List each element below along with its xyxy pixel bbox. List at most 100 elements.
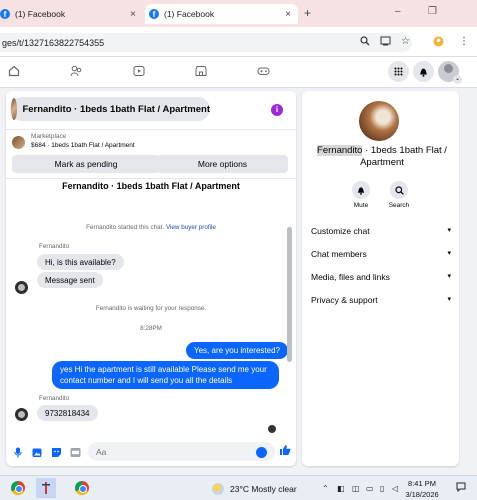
account-avatar[interactable]: ⌄ bbox=[438, 61, 462, 84]
search-label: Search bbox=[388, 202, 410, 209]
clock-time: 8:41 PM bbox=[408, 479, 436, 488]
incoming-message: 9732818434 bbox=[37, 405, 98, 421]
outgoing-message: Yes, are you interested? bbox=[186, 342, 288, 359]
bell-icon bbox=[352, 181, 370, 199]
tray-app-icon[interactable]: ◧ bbox=[337, 484, 345, 493]
zoom-icon[interactable] bbox=[360, 36, 370, 49]
bookmark-star-icon[interactable]: ☆ bbox=[401, 36, 410, 47]
tab-title: (1) Facebook bbox=[15, 9, 66, 19]
more-options-button[interactable]: More options bbox=[157, 155, 288, 173]
marketplace-listing-card: Marketplace $684 · 1beds 1bath Flat / Ap… bbox=[6, 129, 296, 179]
message-input[interactable] bbox=[88, 442, 275, 461]
search-icon bbox=[390, 181, 408, 199]
marketplace-label: Marketplace bbox=[31, 133, 67, 140]
chrome-taskbar-icon[interactable] bbox=[8, 478, 28, 498]
chat-panel: Fernandito · 1beds 1bath Flat / Apartmen… bbox=[6, 91, 296, 466]
microphone-icon[interactable] bbox=[12, 447, 23, 458]
chat-scrollbar[interactable] bbox=[286, 187, 292, 432]
listing-photo bbox=[359, 101, 399, 141]
thread-title: Fernandito · 1beds 1bath Flat / Apartmen… bbox=[62, 181, 240, 191]
view-buyer-profile-link[interactable]: View buyer profile bbox=[166, 224, 216, 231]
outgoing-message: yes Hi the apartment is still available … bbox=[52, 361, 279, 389]
address-bar[interactable]: ges/t/1327163822754355 bbox=[0, 33, 412, 52]
cast-icon[interactable] bbox=[380, 36, 391, 49]
chat-header[interactable]: Fernandito · 1beds 1bath Flat / Apartmen… bbox=[10, 97, 210, 121]
tab-title: (1) Facebook bbox=[164, 9, 215, 19]
facebook-favicon-icon: f bbox=[0, 9, 10, 19]
sender-avatar bbox=[15, 281, 28, 294]
incoming-message: Hi, is this available? bbox=[37, 254, 124, 270]
volume-icon[interactable]: ◁ bbox=[392, 484, 398, 493]
tab-close-icon[interactable]: × bbox=[282, 9, 294, 20]
conversation-name-rest: · 1beds 1bath Flat / Apartment bbox=[360, 145, 447, 168]
friends-icon[interactable] bbox=[69, 65, 83, 79]
marketplace-icon[interactable] bbox=[194, 65, 208, 79]
emoji-icon[interactable] bbox=[256, 447, 267, 458]
search-action[interactable]: Search bbox=[384, 181, 414, 209]
video-icon[interactable] bbox=[132, 65, 146, 79]
weather-icon[interactable] bbox=[212, 483, 224, 495]
chrome-taskbar-icon[interactable] bbox=[72, 478, 92, 498]
listing-thumbnail bbox=[11, 98, 18, 120]
chat-members-section[interactable]: Chat members ▾ bbox=[311, 249, 451, 259]
minimize-icon[interactable]: – bbox=[395, 6, 401, 17]
photo-icon[interactable] bbox=[32, 447, 43, 458]
conversation-name-highlight: Fernandito bbox=[317, 145, 363, 156]
listing-thumbnail bbox=[12, 136, 25, 149]
notifications-bell-icon[interactable] bbox=[413, 61, 434, 82]
media-files-links-section[interactable]: Media, files and links ▾ bbox=[311, 272, 451, 282]
system-clock[interactable]: 8:41 PM 3/18/2026 bbox=[402, 478, 442, 500]
browser-tab-strip: f (1) Facebook × f (1) Facebook × + – ❐ bbox=[0, 0, 477, 27]
tray-arrow-icon[interactable]: ⌃ bbox=[322, 484, 329, 493]
sticker-icon[interactable] bbox=[51, 447, 62, 458]
chevron-down-icon: ▾ bbox=[447, 250, 451, 257]
tray-app-icon[interactable]: ◫ bbox=[352, 484, 360, 493]
windows-taskbar: 23°C Mostly clear ⌃ ◧ ◫ ▭ ▯ ◁ 8:41 PM 3/… bbox=[0, 475, 477, 500]
message-timestamp: 8:28PM bbox=[140, 325, 162, 332]
browser-menu-icon[interactable]: ⋮ bbox=[459, 36, 469, 47]
info-icon[interactable]: i bbox=[271, 104, 283, 116]
gaming-icon[interactable] bbox=[256, 65, 270, 79]
privacy-support-section[interactable]: Privacy & support ▾ bbox=[311, 295, 451, 305]
profile-icon[interactable] bbox=[433, 36, 444, 50]
mark-as-pending-button[interactable]: Mark as pending bbox=[12, 155, 160, 173]
battery-icon[interactable]: ▯ bbox=[380, 484, 384, 493]
tab-close-icon[interactable]: × bbox=[127, 9, 139, 20]
network-icon[interactable]: ▭ bbox=[366, 484, 374, 493]
chrome-icon bbox=[11, 481, 25, 495]
restore-icon[interactable]: ❐ bbox=[428, 6, 437, 17]
app-taskbar-icon[interactable] bbox=[36, 478, 56, 498]
chevron-down-icon: ▾ bbox=[447, 227, 451, 234]
chrome-icon bbox=[75, 481, 89, 495]
home-icon[interactable] bbox=[7, 65, 21, 79]
section-label: Media, files and links bbox=[311, 272, 390, 282]
chevron-down-icon: ▾ bbox=[447, 273, 451, 280]
new-tab-button[interactable]: + bbox=[304, 6, 311, 20]
message-composer bbox=[6, 439, 296, 466]
conversation-info-panel: Fernandito · 1beds 1bath Flat / Apartmen… bbox=[302, 91, 459, 466]
section-label: Customize chat bbox=[311, 226, 370, 236]
browser-tab-1[interactable]: f (1) Facebook × bbox=[0, 4, 143, 24]
mute-action[interactable]: Mute bbox=[346, 181, 376, 209]
mute-label: Mute bbox=[353, 202, 369, 209]
listing-price-title[interactable]: $684 · 1beds 1bath Flat / Apartment bbox=[31, 142, 135, 149]
chat-header-name: Fernandito · 1beds 1bath Flat / Apartmen… bbox=[22, 103, 210, 115]
chevron-down-icon: ⌄ bbox=[453, 75, 462, 84]
gif-icon[interactable] bbox=[70, 447, 81, 458]
thumbs-up-icon[interactable] bbox=[279, 444, 291, 459]
section-label: Privacy & support bbox=[311, 295, 378, 305]
sender-avatar bbox=[15, 408, 28, 421]
weather-text[interactable]: 23°C Mostly clear bbox=[230, 484, 297, 494]
conversation-name: Fernandito · 1beds 1bath Flat / Apartmen… bbox=[312, 145, 452, 169]
notification-center-icon[interactable] bbox=[456, 482, 466, 494]
scrollbar-thumb[interactable] bbox=[287, 227, 292, 362]
sender-name: Fernandito bbox=[39, 243, 70, 250]
chat-started-text: Fernandito started this chat. bbox=[86, 224, 165, 231]
sender-name: Fernandito bbox=[39, 395, 70, 402]
system-message: Fernandito started this chat. View buyer… bbox=[6, 224, 296, 231]
browser-tab-2[interactable]: f (1) Facebook × bbox=[145, 4, 298, 24]
section-label: Chat members bbox=[311, 249, 367, 259]
customize-chat-section[interactable]: Customize chat ▾ bbox=[311, 226, 451, 236]
menu-grid-icon[interactable] bbox=[388, 61, 409, 82]
waiting-status: Fernandito is waiting for your response. bbox=[95, 305, 207, 312]
